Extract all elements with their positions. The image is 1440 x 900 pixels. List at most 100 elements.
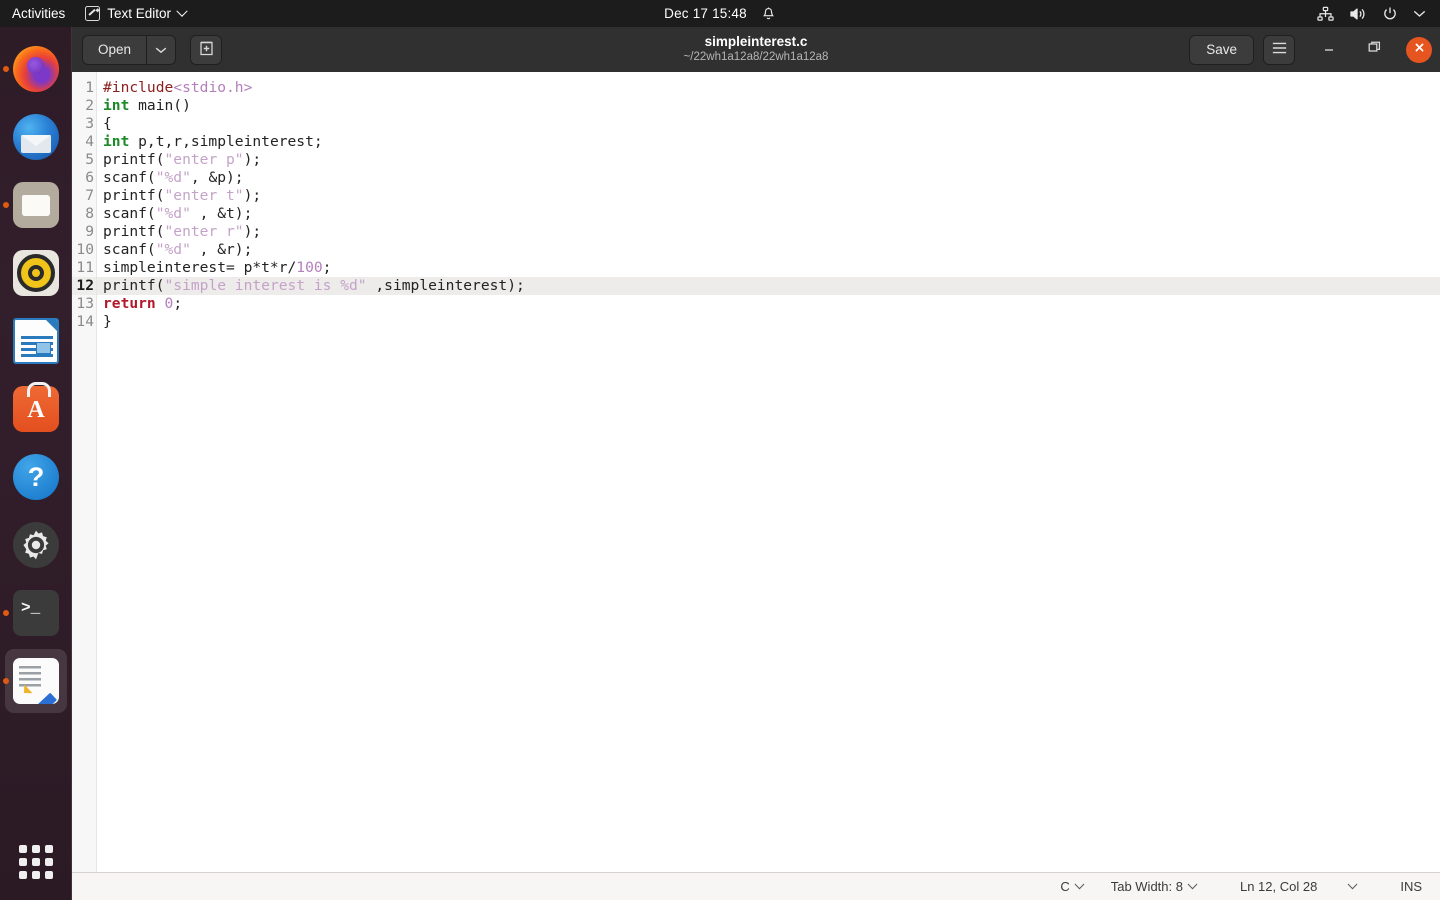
go-to-line-button[interactable] xyxy=(1331,879,1382,890)
editor-area[interactable]: 1 2 3 4 5 6 7 8 9 10 11 12 13 14 #include<stdio.h> int… xyxy=(72,72,1440,872)
text-editor-icon xyxy=(85,6,101,21)
code-token: scanf( xyxy=(103,169,156,186)
code-line[interactable]: printf("enter p"); xyxy=(97,151,1440,169)
open-button[interactable]: Open xyxy=(82,34,147,65)
line-number: 3 xyxy=(85,115,94,132)
dock-item-libreoffice-writer[interactable] xyxy=(0,307,72,375)
line-number: 7 xyxy=(85,187,94,204)
code-token: "enter r" xyxy=(164,223,244,240)
insert-mode-indicator: INS xyxy=(1382,879,1422,894)
code-line[interactable]: scanf("%d" , &t); xyxy=(97,205,1440,223)
power-icon[interactable] xyxy=(1382,6,1398,22)
network-wired-icon[interactable] xyxy=(1317,6,1334,22)
window-header-bar: Open simpleinterest.c ~/22wh1a12a8/22wh1… xyxy=(72,27,1440,72)
line-number-gutter: 1 2 3 4 5 6 7 8 9 10 11 12 13 14 xyxy=(72,72,97,872)
page-title: simpleinterest.c xyxy=(704,34,808,49)
code-line[interactable]: printf("enter r"); xyxy=(97,223,1440,241)
dock-item-terminal[interactable]: >_ xyxy=(0,579,72,647)
code-line[interactable]: } xyxy=(97,313,1440,331)
code-token: , &t); xyxy=(190,205,253,222)
code-line[interactable]: return 0; xyxy=(97,295,1440,313)
close-button[interactable] xyxy=(1406,36,1432,63)
code-token: p,t,r,simpleinterest; xyxy=(129,133,323,150)
running-indicator xyxy=(3,678,9,684)
code-token: "%d" xyxy=(155,205,191,222)
line-number: 12 xyxy=(72,277,96,295)
code-token: , &p); xyxy=(190,169,244,186)
dock-item-help[interactable]: ? xyxy=(0,443,72,511)
code-token: } xyxy=(103,313,112,330)
code-line[interactable]: scanf("%d", &p); xyxy=(97,169,1440,187)
clock-button[interactable]: Dec 17 15:48 xyxy=(664,6,747,21)
code-token: scanf( xyxy=(103,241,156,258)
minimize-button[interactable] xyxy=(1316,37,1342,63)
dock-item-rhythmbox[interactable] xyxy=(0,239,72,307)
app-menu-button[interactable]: Text Editor xyxy=(79,5,192,21)
code-token: 0 xyxy=(164,295,174,312)
new-document-icon xyxy=(198,40,215,60)
cursor-position: Ln 12, Col 28 xyxy=(1210,879,1331,894)
dock-item-files[interactable] xyxy=(0,171,72,239)
code-token: ; xyxy=(322,259,332,276)
app-menu-label: Text Editor xyxy=(107,6,172,21)
bell-icon[interactable] xyxy=(761,6,776,22)
code-line[interactable]: int main() xyxy=(97,97,1440,115)
maximize-button[interactable] xyxy=(1361,37,1387,63)
code-line[interactable]: printf("simple interest is %d" ,simplein… xyxy=(97,277,1440,295)
new-document-button[interactable] xyxy=(190,34,223,65)
language-selector[interactable]: C xyxy=(1046,879,1096,894)
main-menu-button[interactable] xyxy=(1263,34,1295,65)
running-indicator xyxy=(3,610,9,616)
files-icon xyxy=(13,182,59,228)
code-token: ); xyxy=(243,187,262,204)
line-number: 9 xyxy=(85,223,94,240)
code-line[interactable]: simpleinterest= p*t*r/100; xyxy=(97,259,1440,277)
gnome-top-bar: Activities Text Editor Dec 17 15:48 xyxy=(0,0,1440,27)
tab-width-selector[interactable]: Tab Width: 8 xyxy=(1097,879,1210,894)
chevron-down-icon xyxy=(155,42,167,57)
source-code-view[interactable]: #include<stdio.h> int main(){int p,t,r,si… xyxy=(97,72,1440,872)
system-menu[interactable] xyxy=(1317,0,1432,27)
code-token: , &r); xyxy=(190,241,253,258)
dock-item-text-editor[interactable] xyxy=(0,647,72,715)
thunderbird-icon xyxy=(13,114,59,160)
help-icon: ? xyxy=(13,454,59,500)
code-line[interactable]: { xyxy=(97,115,1440,133)
cursor-position-label: Ln 12, Col 28 xyxy=(1239,879,1318,894)
code-token: printf( xyxy=(103,277,165,294)
chevron-down-icon[interactable] xyxy=(1413,9,1426,18)
open-dropdown-button[interactable] xyxy=(146,34,177,65)
line-number: 11 xyxy=(76,259,94,276)
line-number: 2 xyxy=(85,97,94,114)
running-indicator xyxy=(3,66,9,72)
dock-item-thunderbird[interactable] xyxy=(0,103,72,171)
code-token: ); xyxy=(243,223,262,240)
code-token: "simple interest is %d" xyxy=(164,277,367,294)
code-line[interactable]: int p,t,r,simpleinterest; xyxy=(97,133,1440,151)
dock-item-settings[interactable] xyxy=(0,511,72,579)
firefox-icon xyxy=(13,46,59,92)
hamburger-menu-icon xyxy=(1271,41,1288,58)
dock-item-ubuntu-software[interactable]: A xyxy=(0,375,72,443)
code-token: #include xyxy=(103,79,174,96)
volume-icon[interactable] xyxy=(1349,6,1367,22)
grid-icon xyxy=(19,845,53,879)
maximize-icon xyxy=(1367,40,1382,59)
code-token: ,simpleinterest); xyxy=(366,277,525,294)
save-button[interactable]: Save xyxy=(1189,34,1254,65)
code-line[interactable]: #include<stdio.h> xyxy=(97,79,1440,97)
dock-item-firefox[interactable] xyxy=(0,35,72,103)
text-editor-window: Open simpleinterest.c ~/22wh1a12a8/22wh1… xyxy=(72,27,1440,900)
minimize-icon xyxy=(1322,41,1336,59)
code-token: scanf( xyxy=(103,205,156,222)
show-applications-button[interactable] xyxy=(0,832,72,892)
code-token: printf( xyxy=(103,223,165,240)
code-token: "%d" xyxy=(155,241,191,258)
activities-button[interactable]: Activities xyxy=(0,6,79,21)
running-indicator xyxy=(3,202,9,208)
line-number: 13 xyxy=(76,295,94,312)
code-line[interactable]: printf("enter t"); xyxy=(97,187,1440,205)
code-line[interactable]: scanf("%d" , &r); xyxy=(97,241,1440,259)
settings-gear-icon xyxy=(13,522,59,568)
